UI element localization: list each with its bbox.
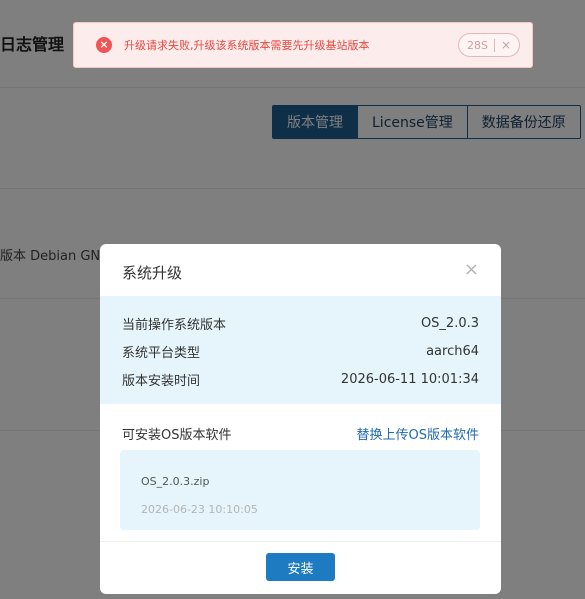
package-upload-date: 2026-06-23 10:10:05 xyxy=(141,503,258,516)
alert-countdown: 28S xyxy=(467,38,495,52)
info-label: 系统平台类型 xyxy=(122,345,201,361)
info-row-os-version: 当前操作系统版本 OS_2.0.3 xyxy=(122,313,479,333)
info-label: 版本安装时间 xyxy=(122,373,201,389)
dialog-footer: 安装 xyxy=(100,541,501,594)
alert-countdown-pill: 28S × xyxy=(457,33,520,57)
info-row-install-time: 版本安装时间 2026-06-11 10:01:34 xyxy=(122,369,479,389)
info-row-platform-type: 系统平台类型 aarch64 xyxy=(122,341,479,361)
info-value: 2026-06-11 10:01:34 xyxy=(340,371,479,387)
info-value: aarch64 xyxy=(426,343,479,359)
package-section-label: 可安装OS版本软件 xyxy=(122,427,232,443)
package-section-header: 可安装OS版本软件 替换上传OS版本软件 xyxy=(122,422,479,444)
system-upgrade-dialog: 系统升级 × 当前操作系统版本 OS_2.0.3 系统平台类型 aarch64 … xyxy=(100,244,501,594)
package-filename: OS_2.0.3.zip xyxy=(141,475,210,488)
dialog-title: 系统升级 xyxy=(122,264,183,282)
close-icon[interactable]: × xyxy=(464,259,479,280)
info-label: 当前操作系统版本 xyxy=(122,317,227,333)
alert-close-icon[interactable]: × xyxy=(495,38,511,52)
dialog-header: 系统升级 × xyxy=(100,244,501,296)
error-icon: × xyxy=(96,37,112,53)
info-value: OS_2.0.3 xyxy=(420,315,479,331)
replace-upload-link[interactable]: 替换上传OS版本软件 xyxy=(357,424,480,443)
package-card[interactable]: OS_2.0.3.zip 2026-06-23 10:10:05 xyxy=(120,450,480,530)
error-alert: × 升级请求失败,升级该系统版本需要先升级基站版本 28S × xyxy=(73,22,533,68)
alert-message: 升级请求失败,升级该系统版本需要先升级基站版本 xyxy=(124,39,370,52)
system-info-panel: 当前操作系统版本 OS_2.0.3 系统平台类型 aarch64 版本安装时间 … xyxy=(100,296,501,404)
install-button[interactable]: 安装 xyxy=(266,553,335,581)
